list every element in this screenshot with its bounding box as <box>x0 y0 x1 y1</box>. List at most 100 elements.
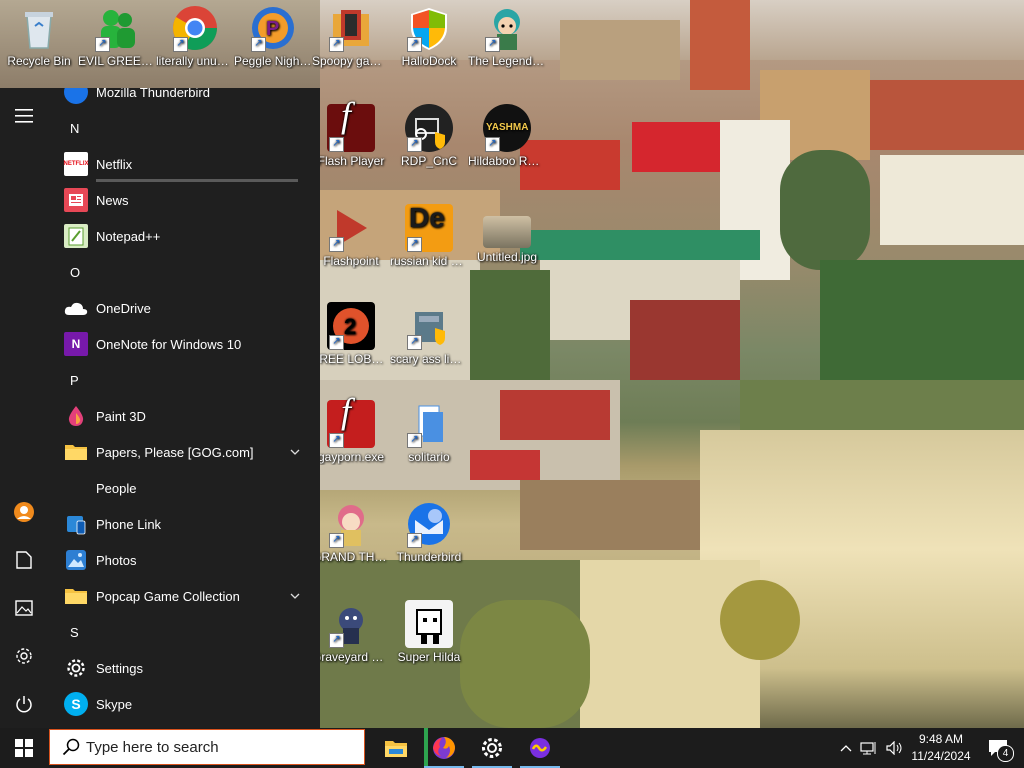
app-item-label: OneNote for Windows 10 <box>96 336 242 352</box>
desktop-icon-label: russian kid opened a rat <box>390 254 468 268</box>
app-item-netflix[interactable]: NETFLIX Netflix <box>48 146 320 182</box>
desktop-icon-label: literally unusable <box>156 54 234 68</box>
app-item-onedrive[interactable]: OneDrive <box>48 290 320 326</box>
firefox-icon[interactable] <box>420 728 468 768</box>
graveyard-party-desktop-icon[interactable]: ↗ Graveyard Party Scre... <box>312 600 390 665</box>
folder-item-papers-please[interactable]: Papers, Please [GOG.com] <box>48 434 320 470</box>
clock[interactable]: 9:48 AM 11/24/2024 <box>906 728 976 768</box>
flash-icon: f ↗ <box>327 97 375 152</box>
power-icon[interactable] <box>0 684 48 724</box>
desktop-icon-label: scary ass library <box>390 352 468 366</box>
letter-header-s[interactable]: S <box>48 614 320 650</box>
evil-green-men-desktop-icon[interactable]: ↗ EVIL GREEN MEN GO... <box>78 4 156 69</box>
settings-gear-icon[interactable] <box>0 636 48 676</box>
lobotomy-number: 2 <box>344 314 356 339</box>
desktop-icon-label: Recycle Bin <box>7 54 71 68</box>
network-icon[interactable] <box>858 728 880 768</box>
shortcut-arrow-icon: ↗ <box>407 533 422 548</box>
anime-girl-icon: ↗ <box>327 500 375 548</box>
app-item-settings[interactable]: Settings <box>48 650 320 686</box>
shortcut-arrow-icon: ↗ <box>251 37 266 52</box>
shortcut-arrow-icon: ↗ <box>407 335 422 350</box>
desktop-icon-label: Flashpoint <box>323 254 379 268</box>
taskbar-search-box[interactable] <box>49 729 365 765</box>
volume-icon[interactable] <box>884 728 906 768</box>
app-item-photos[interactable]: Photos <box>48 542 320 578</box>
desktop-icon-label: HalloDock <box>401 54 457 68</box>
chevron-down-icon[interactable] <box>290 588 300 602</box>
letter-label: S <box>70 624 79 640</box>
settings-gear-icon[interactable] <box>468 728 516 768</box>
flash-red-icon: f ↗ <box>327 393 375 448</box>
app-item-onenote[interactable]: N OneNote for Windows 10 <box>48 326 320 362</box>
app-item-label: Papers, Please [GOG.com] <box>96 444 254 460</box>
app-item-paint3d[interactable]: Paint 3D <box>48 398 320 434</box>
app-item-people[interactable]: People <box>48 470 320 506</box>
app-item-label: Photos <box>96 552 137 568</box>
notification-center-button[interactable]: 4 <box>980 728 1016 768</box>
app-item-label: News <box>96 192 129 208</box>
desktop-icon-label: FREE LOBOTOMYS <box>312 352 390 366</box>
literally-unusable-desktop-icon[interactable]: ↗ literally unusable <box>156 4 234 69</box>
app-item-notepadpp[interactable]: Notepad++ <box>48 218 320 254</box>
free-lobotomys-desktop-icon[interactable]: 2 ↗ FREE LOBOTOMYS <box>312 302 390 367</box>
app-item-skype[interactable]: S Skype <box>48 686 320 722</box>
spoopy-games-desktop-icon[interactable]: ↗ Spoopy games <box>312 4 390 69</box>
pictures-icon[interactable] <box>0 588 48 628</box>
untitled-jpg-desktop-icon[interactable]: Untitled.jpg <box>468 204 546 265</box>
shortcut-arrow-icon: ↗ <box>173 37 188 52</box>
folder-icon <box>64 440 88 464</box>
search-input[interactable] <box>80 737 348 757</box>
clock-time: 9:48 AM <box>918 732 964 746</box>
app-item-label: Notepad++ <box>96 228 161 244</box>
russian-kid-desktop-icon[interactable]: De ↗ russian kid opened a rat <box>390 204 468 269</box>
app-item-thunderbird-partial[interactable]: Mozilla Thunderbird <box>48 88 320 110</box>
windows-shield-icon: ↗ <box>405 4 453 52</box>
peggle-nights-desktop-icon[interactable]: P ↗ Peggle Nights Deluxe <box>234 4 312 69</box>
recycle-bin-desktop-icon[interactable]: Recycle Bin <box>0 4 78 69</box>
start-button[interactable] <box>0 728 48 768</box>
user-avatar-icon[interactable] <box>0 492 48 532</box>
letter-header-n[interactable]: N <box>48 110 320 146</box>
search-icon <box>62 738 80 756</box>
zilda-character-icon: ↗ <box>483 4 531 52</box>
folder-item-popcap[interactable]: Popcap Game Collection <box>48 578 320 614</box>
desktop-icon-label: solitario <box>408 450 450 464</box>
app-item-phone-link[interactable]: Phone Link <box>48 506 320 542</box>
shortcut-arrow-icon: ↗ <box>95 37 110 52</box>
solitario-desktop-icon[interactable]: ↗ solitario <box>390 400 468 465</box>
shortcut-arrow-icon: ↗ <box>329 433 344 448</box>
hildaboo-ransomware-desktop-icon[interactable]: YASHMA ↗ Hildaboo Ransomwa... <box>468 104 546 169</box>
clock-date: 11/24/2024 <box>911 749 971 763</box>
hallodock-desktop-icon[interactable]: ↗ HalloDock <box>390 4 468 69</box>
letter-header-o[interactable]: O <box>48 254 320 290</box>
thunderbird-desktop-icon[interactable]: ↗ Thunderbird <box>390 500 468 565</box>
meta-app-icon[interactable] <box>516 728 564 768</box>
file-explorer-icon[interactable] <box>372 728 420 768</box>
letter-header-p[interactable]: P <box>48 362 320 398</box>
taskbar: 9:48 AM 11/24/2024 4 <box>0 728 1024 768</box>
super-hilda-desktop-icon[interactable]: Super Hilda <box>390 600 468 665</box>
shortcut-arrow-icon: ↗ <box>329 533 344 548</box>
legend-of-zilda-desktop-icon[interactable]: ↗ The Legend of Zilda <box>468 4 546 69</box>
flash-player-desktop-icon[interactable]: f ↗ Flash Player <box>312 97 390 169</box>
desktop-icon-label: Untitled.jpg <box>476 250 538 264</box>
shortcut-arrow-icon: ↗ <box>329 633 344 648</box>
chevron-down-icon[interactable] <box>290 444 300 458</box>
grand-theft-au-desktop-icon[interactable]: ↗ GRAND THEFT AU... <box>312 500 390 565</box>
onedrive-icon <box>64 296 88 320</box>
gayporn-exe-desktop-icon[interactable]: f ↗ gayporn.exe <box>312 393 390 465</box>
app-item-label: Phone Link <box>96 516 162 532</box>
chevron-up-icon[interactable] <box>838 728 854 768</box>
letter-label: P <box>70 372 79 388</box>
thunderbird-icon <box>64 88 88 104</box>
scary-ass-library-desktop-icon[interactable]: ↗ scary ass library <box>390 302 468 367</box>
hamburger-icon[interactable] <box>0 96 48 136</box>
app-item-news[interactable]: News <box>48 182 320 218</box>
flashpoint-desktop-icon[interactable]: ↗ Flashpoint <box>312 204 390 269</box>
documents-icon[interactable] <box>0 540 48 580</box>
rdp-cnc-desktop-icon[interactable]: ↗ RDP_CnC <box>390 104 468 169</box>
start-menu-rail <box>0 88 48 728</box>
peggle-icon: P ↗ <box>249 4 297 52</box>
netflix-icon-text: NETFLIX <box>63 161 89 167</box>
